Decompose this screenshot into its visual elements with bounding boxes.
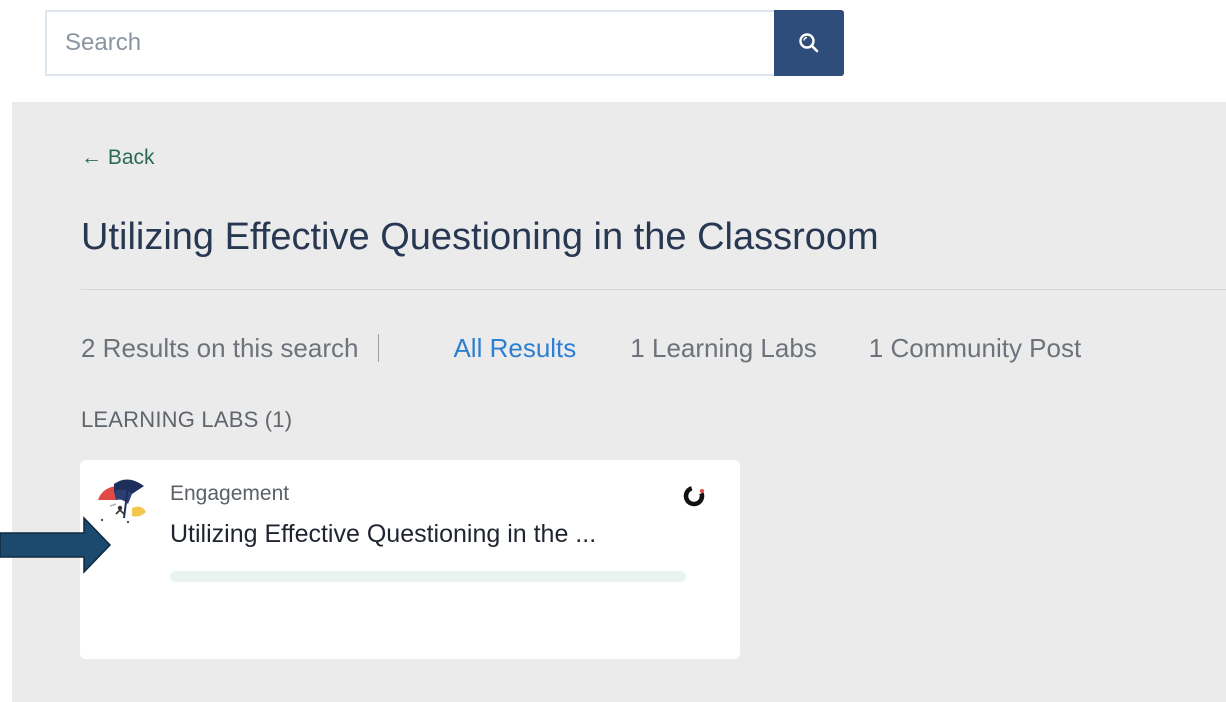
results-count: 2 Results on this search xyxy=(81,332,359,363)
search-results-page: ← Back Utilizing Effective Questioning i… xyxy=(0,0,1226,702)
progress-ring-icon xyxy=(683,485,705,507)
tab-community-post[interactable]: 1 Community Post xyxy=(869,333,1081,364)
progress-bar xyxy=(170,571,686,582)
page-title: Utilizing Effective Questioning in the C… xyxy=(81,216,879,258)
learning-lab-card[interactable]: Engagement Utilizing Effective Questioni… xyxy=(80,460,740,659)
results-panel: ← Back Utilizing Effective Questioning i… xyxy=(12,102,1226,702)
back-link[interactable]: ← Back xyxy=(81,146,155,170)
search-icon xyxy=(799,33,819,53)
search-button[interactable] xyxy=(774,10,844,76)
search-input[interactable] xyxy=(45,10,774,76)
card-title[interactable]: Utilizing Effective Questioning in the .… xyxy=(170,520,596,549)
results-filter-bar: 2 Results on this search All Results 1 L… xyxy=(81,328,1133,368)
search-bar xyxy=(45,10,844,76)
tab-learning-labs[interactable]: 1 Learning Labs xyxy=(630,333,816,364)
section-heading-learning-labs: LEARNING LABS (1) xyxy=(81,407,293,432)
card-category: Engagement xyxy=(170,482,290,505)
divider xyxy=(81,289,1226,290)
separator xyxy=(378,334,380,362)
callout-arrow-icon xyxy=(0,516,112,574)
tab-all-results[interactable]: All Results xyxy=(453,333,576,364)
